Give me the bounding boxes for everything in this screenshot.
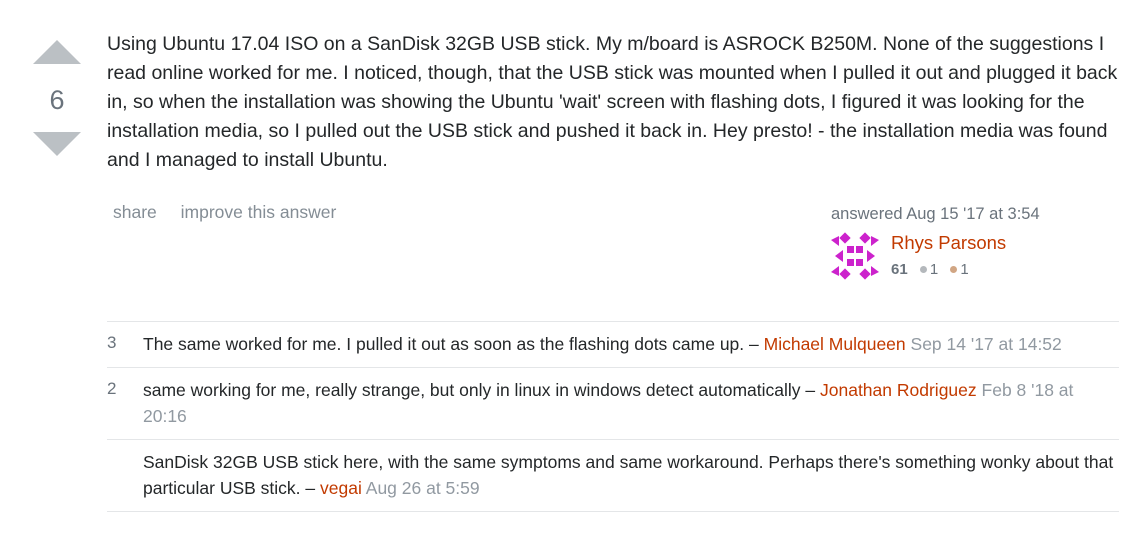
comments-list: 3 The same worked for me. I pulled it ou… [107, 321, 1119, 512]
share-link[interactable]: share [113, 202, 157, 222]
comment-user-link[interactable]: Jonathan Rodriguez [820, 380, 977, 400]
improve-answer-link[interactable]: improve this answer [181, 202, 337, 222]
comment-score: 3 [107, 333, 117, 352]
comment-body: SanDisk 32GB USB stick here, with the sa… [143, 449, 1119, 501]
user-details: Rhys Parsons 61 1 1 [831, 232, 1121, 282]
bronze-badge-icon [950, 266, 958, 274]
comment-body: same working for me, really strange, but… [143, 377, 1119, 429]
vote-count: 6 [49, 85, 65, 115]
comment-score: 2 [107, 379, 117, 398]
comment-body: The same worked for me. I pulled it out … [143, 331, 1119, 357]
user-reputation: 61 1 1 [891, 261, 969, 278]
comment-date[interactable]: Sep 14 '17 at 14:52 [911, 334, 1062, 354]
comment-user-link[interactable]: vegai [320, 478, 362, 498]
comments-divider [107, 511, 1119, 512]
identicon-avatar[interactable] [831, 232, 879, 280]
silver-badge-count: 1 [929, 261, 939, 278]
answer-body: Using Ubuntu 17.04 ISO on a SanDisk 32GB… [107, 33, 1118, 171]
post-menu: share improve this answer [113, 202, 355, 223]
answered-timestamp: answered Aug 15 '17 at 3:54 [831, 205, 1040, 223]
vote-down-arrow-icon[interactable] [33, 132, 81, 156]
bronze-badge-count: 1 [960, 261, 969, 278]
comment-item: 2 same working for me, really strange, b… [107, 367, 1119, 439]
vote-cell: 6 [30, 40, 84, 156]
reputation-score: 61 [891, 261, 908, 278]
comment-text: The same worked for me. I pulled it out … [143, 334, 759, 354]
comment-text: SanDisk 32GB USB stick here, with the sa… [143, 452, 1114, 498]
silver-badge-icon [919, 266, 927, 274]
comment-user-link[interactable]: Michael Mulqueen [764, 334, 906, 354]
author-name-link[interactable]: Rhys Parsons [891, 232, 1006, 254]
comment-date[interactable]: Aug 26 at 5:59 [366, 478, 480, 498]
user-info-card: answered Aug 15 '17 at 3:54 Rhys Parsons [831, 205, 1121, 282]
comment-item: 3 The same worked for me. I pulled it ou… [107, 321, 1119, 367]
comment-text: same working for me, really strange, but… [143, 380, 816, 400]
vote-up-arrow-icon[interactable] [33, 40, 81, 64]
comment-item: SanDisk 32GB USB stick here, with the sa… [107, 439, 1119, 511]
